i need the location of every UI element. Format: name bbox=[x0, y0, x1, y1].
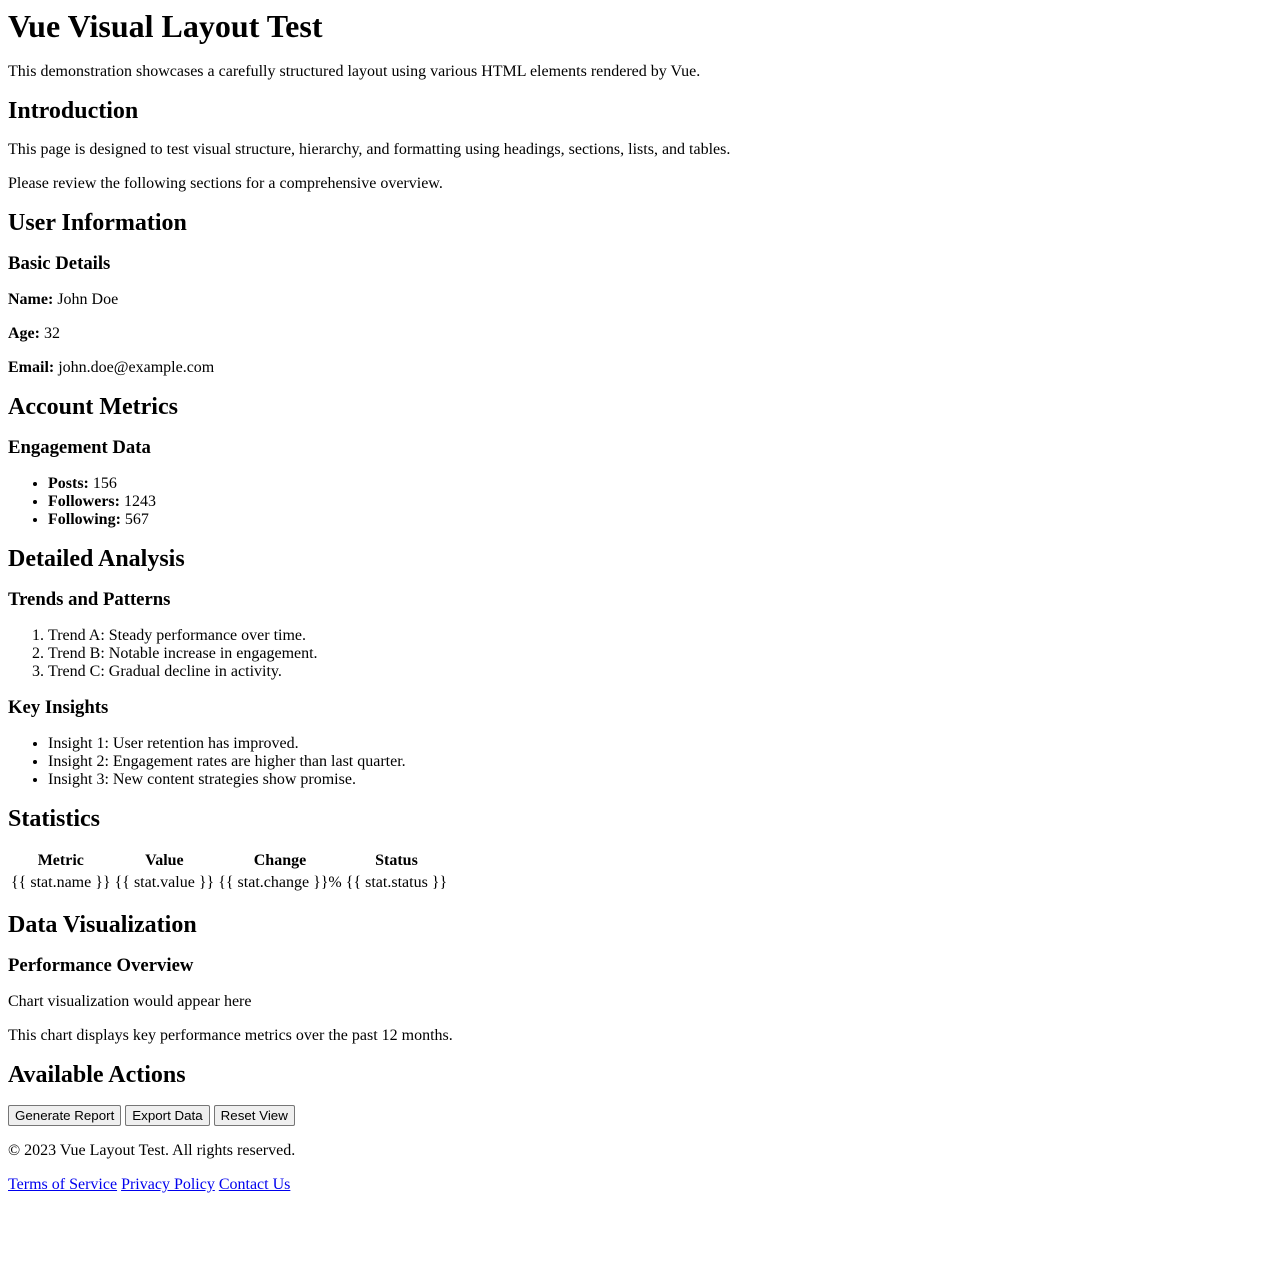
column-header: Metric bbox=[37, 852, 84, 869]
list-item: Insight 2: Engagement rates are higher t… bbox=[48, 753, 1272, 771]
table-cell: {{ stat.value }} bbox=[114, 874, 215, 891]
table-cell: {{ stat.name }} bbox=[11, 874, 111, 891]
detailed-analysis-heading: Detailed Analysis bbox=[8, 546, 185, 572]
field-value: 32 bbox=[43, 325, 60, 342]
page-header: Vue Visual Layout Test This demonstratio… bbox=[8, 8, 1272, 81]
metric-label: Following: bbox=[48, 511, 121, 528]
metric-value: 567 bbox=[124, 511, 149, 528]
engagement-list: Posts: 156 Followers: 1243 Following: 56… bbox=[8, 475, 1272, 529]
list-item: Followers: 1243 bbox=[48, 493, 1272, 511]
field-label: Age: bbox=[8, 325, 40, 342]
data-visualization-heading: Data Visualization bbox=[8, 912, 197, 938]
user-age-field: Age: 32 bbox=[8, 325, 1272, 343]
introduction-section: Introduction This page is designed to te… bbox=[8, 97, 1272, 193]
introduction-paragraph: Please review the following sections for… bbox=[8, 175, 443, 192]
list-item: Posts: 156 bbox=[48, 475, 1272, 493]
field-value: John Doe bbox=[57, 291, 119, 308]
chart-placeholder: Chart visualization would appear here bbox=[8, 993, 252, 1010]
metric-label: Followers: bbox=[48, 493, 120, 510]
list-item: Trend A: Steady performance over time. bbox=[48, 627, 1272, 645]
page-subtitle: This demonstration showcases a carefully… bbox=[8, 63, 701, 80]
engagement-data-heading: Engagement Data bbox=[8, 437, 151, 458]
performance-overview-heading: Performance Overview bbox=[8, 955, 194, 976]
user-name-field: Name: John Doe bbox=[8, 291, 1272, 309]
detailed-analysis-section: Detailed Analysis Trends and Patterns Tr… bbox=[8, 545, 1272, 789]
introduction-heading: Introduction bbox=[8, 98, 139, 124]
account-metrics-section: Account Metrics Engagement Data Posts: 1… bbox=[8, 393, 1272, 529]
list-item: Insight 1: User retention has improved. bbox=[48, 735, 1272, 753]
footer-links: Terms of Service Privacy Policy Contact Us bbox=[8, 1176, 1272, 1194]
page: Vue Visual Layout Test This demonstratio… bbox=[0, 0, 1280, 1218]
table-cell: {{ stat.status }} bbox=[345, 874, 448, 891]
metric-label: Posts: bbox=[48, 475, 89, 492]
column-header: Value bbox=[145, 852, 184, 869]
list-item: Trend B: Notable increase in engagement. bbox=[48, 645, 1272, 663]
key-insights-heading: Key Insights bbox=[8, 697, 109, 718]
actions-bar: Generate Report Export Data Reset View bbox=[8, 1105, 1272, 1126]
column-header: Status bbox=[375, 852, 418, 869]
field-value: john.doe@example.com bbox=[58, 359, 215, 376]
data-visualization-section: Data Visualization Performance Overview … bbox=[8, 911, 1272, 1045]
statistics-heading: Statistics bbox=[8, 806, 100, 832]
available-actions-heading: Available Actions bbox=[8, 1062, 186, 1088]
list-item: Trend C: Gradual decline in activity. bbox=[48, 663, 1272, 681]
statistics-section: Statistics Metric Value Change Status {{… bbox=[8, 805, 1272, 895]
metric-value: 156 bbox=[92, 475, 117, 492]
field-label: Name: bbox=[8, 291, 54, 308]
introduction-paragraph: This page is designed to test visual str… bbox=[8, 141, 731, 158]
generate-report-button[interactable]: Generate Report bbox=[8, 1105, 122, 1126]
copyright-text: © 2023 Vue Layout Test. All rights reser… bbox=[8, 1142, 296, 1159]
account-metrics-heading: Account Metrics bbox=[8, 394, 178, 420]
basic-details-heading: Basic Details bbox=[8, 253, 111, 274]
metric-value: 1243 bbox=[123, 493, 156, 510]
available-actions-section: Available Actions Generate Report Export… bbox=[8, 1061, 1272, 1126]
column-header: Change bbox=[253, 852, 307, 869]
page-footer: © 2023 Vue Layout Test. All rights reser… bbox=[8, 1142, 1272, 1194]
table-row: {{ stat.name }} {{ stat.value }} {{ stat… bbox=[10, 873, 448, 893]
user-information-section: User Information Basic Details Name: Joh… bbox=[8, 209, 1272, 377]
list-item: Following: 567 bbox=[48, 511, 1272, 529]
user-email-field: Email: john.doe@example.com bbox=[8, 359, 1272, 377]
chart-caption: This chart displays key performance metr… bbox=[8, 1027, 453, 1044]
insights-list: Insight 1: User retention has improved. … bbox=[8, 735, 1272, 789]
contact-us-link[interactable]: Contact Us bbox=[219, 1176, 291, 1193]
reset-view-button[interactable]: Reset View bbox=[213, 1105, 295, 1126]
trends-list: Trend A: Steady performance over time. T… bbox=[8, 627, 1272, 681]
page-title: Vue Visual Layout Test bbox=[8, 8, 323, 44]
terms-of-service-link[interactable]: Terms of Service bbox=[8, 1176, 117, 1193]
export-data-button[interactable]: Export Data bbox=[125, 1105, 210, 1126]
table-header-row: Metric Value Change Status bbox=[10, 851, 448, 871]
field-label: Email: bbox=[8, 359, 55, 376]
list-item: Insight 3: New content strategies show p… bbox=[48, 771, 1272, 789]
privacy-policy-link[interactable]: Privacy Policy bbox=[121, 1176, 215, 1193]
user-information-heading: User Information bbox=[8, 210, 187, 236]
trends-heading: Trends and Patterns bbox=[8, 589, 171, 610]
table-cell: {{ stat.change }}% bbox=[218, 874, 342, 891]
statistics-table: Metric Value Change Status {{ stat.name … bbox=[8, 849, 450, 895]
